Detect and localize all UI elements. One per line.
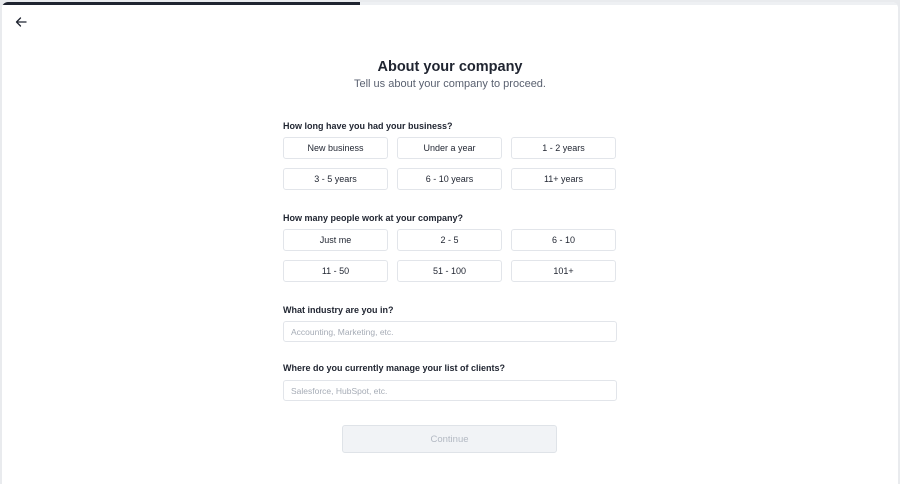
option-2-5[interactable]: 2 - 5 bbox=[397, 229, 502, 251]
question-team-size-label: How many people work at your company? bbox=[283, 213, 464, 223]
industry-input[interactable] bbox=[283, 321, 617, 342]
page-title: About your company bbox=[377, 59, 523, 75]
option-6-10[interactable]: 6 - 10 bbox=[511, 229, 616, 251]
option-51-100[interactable]: 51 - 100 bbox=[397, 260, 502, 282]
arrow-left-icon bbox=[15, 17, 27, 27]
question-clients-label: Where do you currently manage your list … bbox=[283, 363, 506, 373]
progress-bar bbox=[2, 2, 898, 5]
question-business-age-label: How long have you had your business? bbox=[283, 121, 453, 131]
option-3-5-years[interactable]: 3 - 5 years bbox=[283, 168, 388, 190]
onboarding-card: About your company Tell us about your co… bbox=[2, 2, 898, 484]
option-11-50[interactable]: 11 - 50 bbox=[283, 260, 388, 282]
option-just-me[interactable]: Just me bbox=[283, 229, 388, 251]
question-industry-label: What industry are you in? bbox=[283, 305, 394, 315]
back-button[interactable] bbox=[12, 13, 30, 31]
clients-tool-input[interactable] bbox=[283, 380, 617, 401]
option-11-plus-years[interactable]: 11+ years bbox=[511, 168, 616, 190]
option-101-plus[interactable]: 101+ bbox=[511, 260, 616, 282]
option-under-a-year[interactable]: Under a year bbox=[397, 137, 502, 159]
option-1-2-years[interactable]: 1 - 2 years bbox=[511, 137, 616, 159]
page-subtitle: Tell us about your company to proceed. bbox=[353, 78, 546, 90]
progress-fill bbox=[2, 2, 361, 5]
option-6-10-years[interactable]: 6 - 10 years bbox=[397, 168, 502, 190]
continue-button[interactable]: Continue bbox=[342, 425, 557, 453]
option-new-business[interactable]: New business bbox=[283, 137, 388, 159]
